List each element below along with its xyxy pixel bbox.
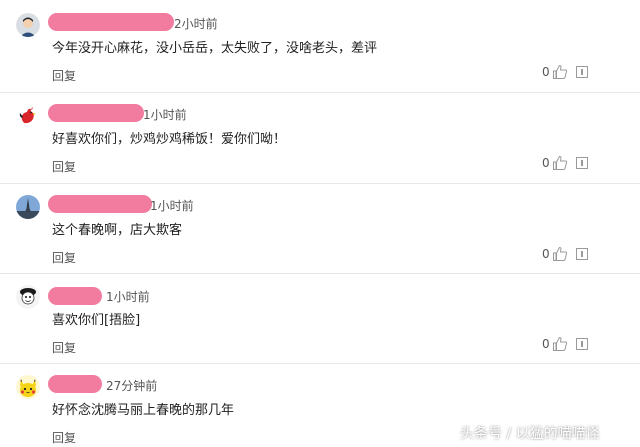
comment-item: 2小时前 今年没开心麻花，没小岳岳，太失败了，没啥老头，差评 回复 0 <box>0 13 640 93</box>
comment-divider <box>0 363 640 364</box>
comment-time: 1小时前 <box>143 108 187 122</box>
thumbs-up-icon[interactable] <box>552 64 568 80</box>
username-redacted[interactable] <box>48 195 152 213</box>
like-count: 0 <box>542 247 550 261</box>
like-count: 0 <box>542 156 550 170</box>
cartoon-face-avatar-icon[interactable] <box>16 285 40 309</box>
comment-time: 2小时前 <box>174 17 218 31</box>
comment-text: 喜欢你们[捂脸] <box>52 313 141 328</box>
username-redacted[interactable] <box>48 375 102 393</box>
comment-time: 27分钟前 <box>106 379 158 393</box>
report-icon[interactable] <box>576 66 588 78</box>
reply-button[interactable]: 回复 <box>52 67 76 84</box>
watermark: 头条号 / 以猛的喵喵怪 <box>460 426 600 442</box>
comment-item: 1小时前 好喜欢你们，炒鸡炒鸡稀饭！爱你们呦！ 回复 0 <box>0 104 640 184</box>
comment-item: 1小时前 喜欢你们[捂脸] 回复 0 <box>0 285 640 365</box>
boy-avatar-icon[interactable] <box>16 13 40 37</box>
comment-text: 今年没开心麻花，没小岳岳，太失败了，没啥老头，差评 <box>52 41 378 56</box>
username-redacted[interactable] <box>48 13 174 31</box>
rooster-avatar-icon[interactable] <box>16 104 40 128</box>
comment-time: 1小时前 <box>106 290 150 304</box>
report-icon[interactable] <box>576 248 588 260</box>
like-count: 0 <box>542 65 550 79</box>
username-redacted[interactable] <box>48 287 102 305</box>
reply-button[interactable]: 回复 <box>52 249 76 266</box>
comment-divider <box>0 92 640 93</box>
comment-text: 这个春晚啊，店大欺客 <box>52 223 183 238</box>
comment-divider <box>0 183 640 184</box>
reply-button[interactable]: 回复 <box>52 429 76 446</box>
tower-avatar-icon[interactable] <box>16 195 40 219</box>
pikachu-avatar-icon[interactable] <box>16 375 40 399</box>
thumbs-up-icon[interactable] <box>552 155 568 171</box>
report-icon[interactable] <box>576 338 588 350</box>
comment-item: 1小时前 这个春晚啊，店大欺客 回复 0 <box>0 195 640 275</box>
thumbs-up-icon[interactable] <box>552 246 568 262</box>
comment-time: 1小时前 <box>150 199 194 213</box>
comment-list-page: 2小时前 今年没开心麻花，没小岳岳，太失败了，没啥老头，差评 回复 0 1小时前… <box>0 0 640 447</box>
report-icon[interactable] <box>576 157 588 169</box>
like-count: 0 <box>542 337 550 351</box>
comment-divider <box>0 273 640 274</box>
comment-text: 好怀念沈腾马丽上春晚的那几年 <box>52 403 235 418</box>
thumbs-up-icon[interactable] <box>552 336 568 352</box>
reply-button[interactable]: 回复 <box>52 339 76 356</box>
username-redacted[interactable] <box>48 104 144 122</box>
reply-button[interactable]: 回复 <box>52 158 76 175</box>
comment-text: 好喜欢你们，炒鸡炒鸡稀饭！爱你们呦！ <box>52 132 287 147</box>
